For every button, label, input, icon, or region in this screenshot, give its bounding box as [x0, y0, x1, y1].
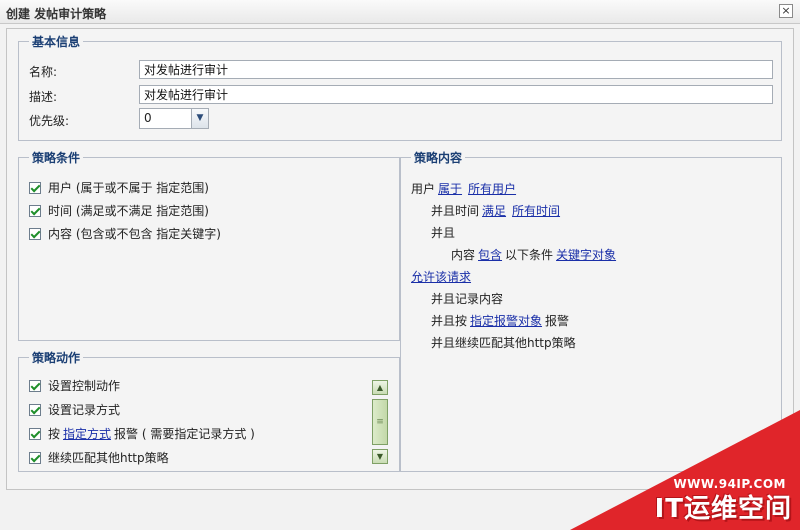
action-label: 设置记录方式: [48, 403, 121, 417]
checkbox-checked-icon[interactable]: [29, 379, 41, 392]
content-line-time: 并且时间 满足 所有时间: [431, 202, 563, 219]
condition-label: 用户 (属于或不属于 指定范围): [48, 181, 209, 195]
action-control[interactable]: 设置控制动作: [29, 377, 120, 394]
action-label-prefix: 按: [48, 427, 61, 441]
user-belong-link[interactable]: 属于: [438, 180, 462, 197]
conditions-legend: 策略条件: [29, 149, 84, 166]
scroll-up-icon[interactable]: ▲: [372, 380, 388, 395]
description-label: 描述:: [29, 90, 58, 104]
content-line-record: 并且记录内容: [431, 290, 503, 307]
condition-label: 时间 (满足或不满足 指定范围): [48, 204, 209, 218]
content-text: 用户: [411, 182, 436, 196]
content-text: 并且记录内容: [431, 292, 504, 306]
priority-value: 0: [144, 111, 152, 125]
all-users-link[interactable]: 所有用户: [468, 180, 516, 197]
keyword-object-link[interactable]: 关键字对象: [556, 246, 616, 263]
actions-legend: 策略动作: [29, 349, 84, 366]
checkbox-checked-icon[interactable]: [29, 403, 41, 416]
priority-label: 优先级:: [29, 114, 70, 128]
actions-group: 策略动作 设置控制动作 设置记录方式 按 指定方式 报警 ( 需要指定记录方式 …: [18, 349, 400, 472]
content-text: 并且按: [431, 314, 468, 328]
content-contains-link[interactable]: 包含: [478, 246, 502, 263]
content-line-alarm: 并且按 指定报警对象 报警: [431, 312, 569, 329]
conditions-group: 策略条件 用户 (属于或不属于 指定范围) 时间 (满足或不满足 指定范围) 内…: [18, 149, 400, 341]
action-label-suffix: 报警 ( 需要指定记录方式 ): [114, 427, 255, 441]
content-legend: 策略内容: [411, 149, 466, 166]
condition-label: 内容 (包含或不包含 指定关键字): [48, 227, 221, 241]
condition-user[interactable]: 用户 (属于或不属于 指定范围): [29, 179, 209, 196]
watermark-logo: IT运维空间: [654, 494, 792, 524]
description-field[interactable]: [139, 85, 773, 104]
checkbox-checked-icon[interactable]: [29, 204, 41, 217]
all-time-link[interactable]: 所有时间: [512, 202, 560, 219]
action-record[interactable]: 设置记录方式: [29, 401, 120, 418]
priority-select[interactable]: 0 ▼: [139, 108, 209, 129]
close-icon[interactable]: ×: [779, 4, 793, 18]
basic-info-legend: 基本信息: [29, 33, 84, 50]
content-line-continue: 并且继续匹配其他http策略: [431, 334, 576, 351]
content-text: 内容: [451, 248, 476, 262]
dialog-titlebar: 创建 发帖审计策略 ×: [0, 0, 800, 24]
name-field[interactable]: [139, 60, 773, 79]
content-text: 以下条件: [505, 248, 554, 262]
basic-info-group: 基本信息 名称: 描述: 优先级: 0 ▼: [18, 33, 782, 141]
actions-scrollbar[interactable]: ▲ ≡ ▼: [372, 380, 390, 470]
content-text: 并且: [431, 226, 456, 240]
condition-time[interactable]: 时间 (满足或不满足 指定范围): [29, 202, 209, 219]
content-text: 并且继续匹配其他http策略: [431, 336, 576, 350]
chevron-down-icon[interactable]: ▼: [191, 109, 208, 128]
dialog-title: 创建 发帖审计策略: [6, 7, 107, 21]
content-line-allow: 允许该请求: [408, 268, 474, 285]
action-continue[interactable]: 继续匹配其他http策略: [29, 449, 169, 466]
content-line-user: 用户 属于 所有用户: [411, 180, 519, 197]
content-line-and: 并且: [431, 224, 455, 241]
action-label: 设置控制动作: [48, 379, 121, 393]
content-line-content: 内容 包含 以下条件 关键字对象: [451, 246, 619, 263]
checkbox-checked-icon[interactable]: [29, 227, 41, 240]
checkbox-checked-icon[interactable]: [29, 181, 41, 194]
action-label: 继续匹配其他http策略: [48, 451, 169, 465]
name-label: 名称:: [29, 65, 58, 79]
scroll-thumb[interactable]: ≡: [372, 399, 388, 445]
alarm-object-link[interactable]: 指定报警对象: [470, 312, 542, 329]
scroll-down-icon[interactable]: ▼: [372, 449, 388, 464]
checkbox-checked-icon[interactable]: [29, 427, 41, 440]
action-alarm[interactable]: 按 指定方式 报警 ( 需要指定记录方式 ): [29, 425, 255, 442]
content-text: 报警: [545, 314, 570, 328]
time-satisfy-link[interactable]: 满足: [482, 202, 506, 219]
content-text: 并且时间: [431, 204, 480, 218]
condition-content[interactable]: 内容 (包含或不包含 指定关键字): [29, 225, 221, 242]
alarm-method-link[interactable]: 指定方式: [63, 425, 111, 442]
checkbox-checked-icon[interactable]: [29, 451, 41, 464]
allow-request-link[interactable]: 允许该请求: [411, 268, 471, 285]
